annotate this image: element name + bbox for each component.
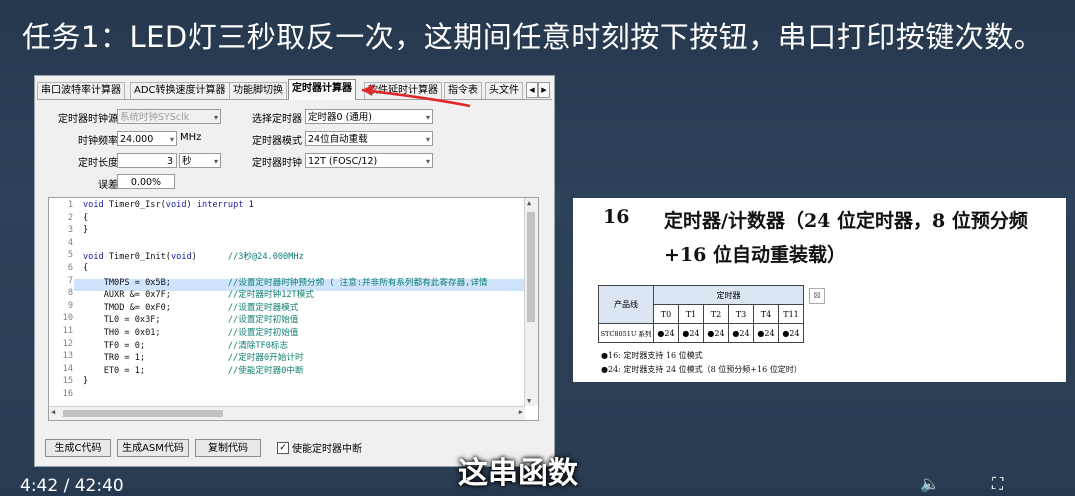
video-player-bar: 4:42 / 42:40 🔈 ⛶	[0, 470, 1075, 496]
timer-col-header: T2	[703, 304, 729, 324]
timer-col-header: T0	[653, 304, 679, 324]
timer-col-header: T11	[778, 304, 804, 324]
timer-table: 产品线 定时器 T0 T1 T2 T3 T4 T11 STC8051U 系列 ●…	[598, 285, 804, 343]
timer-cell: ●24	[678, 323, 704, 343]
timer-col-header: T4	[753, 304, 779, 324]
datasheet-panel: 16 定时器/计数器（24 位定时器，8 位预分频 +16 位自动重装载） 产品…	[573, 198, 1066, 382]
note-24bit: ●24: 定时器支持 24 位模式（8 位预分频+16 位定时）	[601, 365, 802, 374]
timer-cell: ●24	[653, 323, 679, 343]
fullscreen-icon[interactable]: ⛶	[992, 474, 1003, 494]
timer-cell: ●24	[703, 323, 729, 343]
section-heading-line1: 定时器/计数器（24 位定时器，8 位预分频	[664, 210, 1028, 232]
timer-cell: ●24	[728, 323, 754, 343]
timer-cell: ●24	[753, 323, 779, 343]
product-row-label: STC8051U 系列	[598, 323, 654, 343]
timer-col-header: T1	[678, 304, 704, 324]
section-number: 16	[603, 206, 630, 228]
volume-icon[interactable]: 🔈	[920, 474, 940, 493]
product-line-header: 产品线	[598, 285, 654, 324]
note-16bit: ●16: 定时器支持 16 位模式	[601, 351, 703, 360]
image-placeholder-icon: ⊠	[809, 288, 825, 304]
timer-col-header: T3	[728, 304, 754, 324]
section-heading-line2: +16 位自动重装载）	[664, 244, 846, 266]
timer-group-header: 定时器	[653, 285, 804, 305]
timer-cell: ●24	[778, 323, 804, 343]
playback-time: 4:42 / 42:40	[20, 476, 124, 496]
